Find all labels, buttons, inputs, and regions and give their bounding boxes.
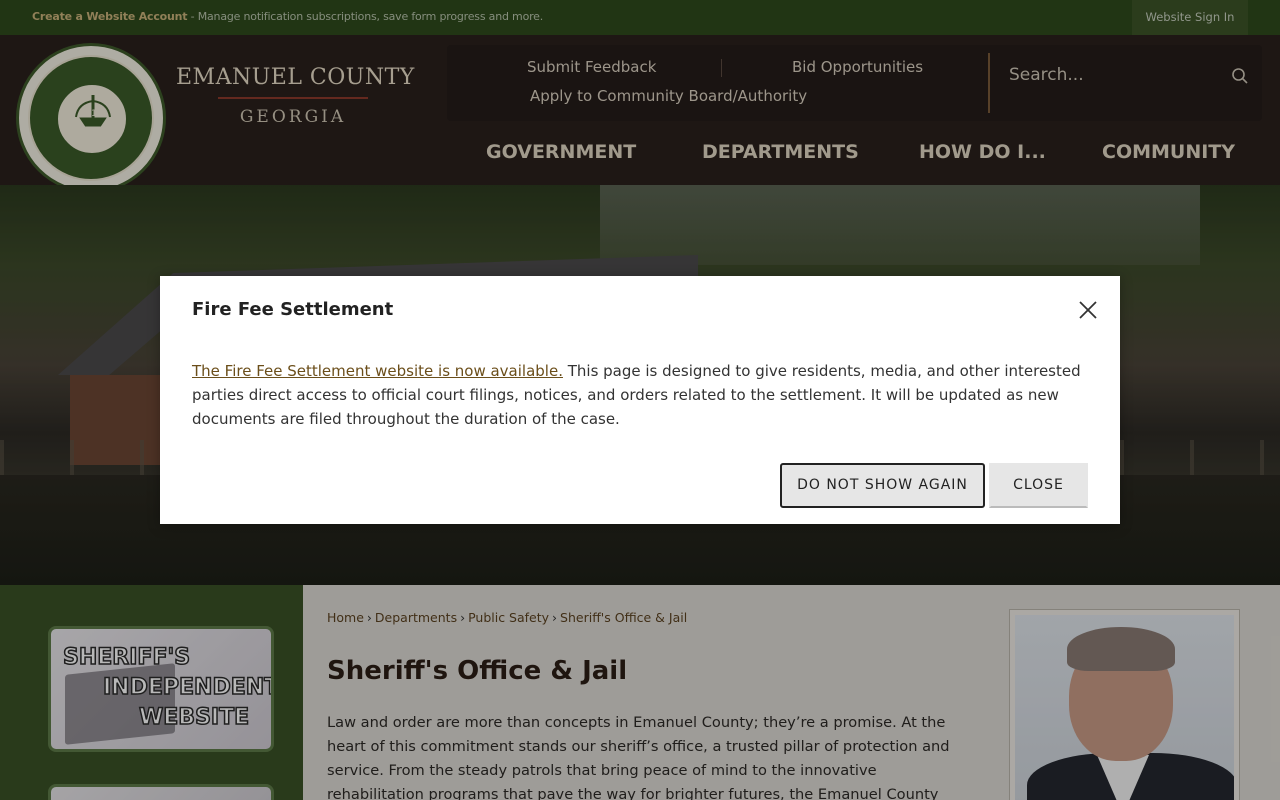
nav-government[interactable]: GOVERNMENT bbox=[486, 141, 636, 163]
create-account-link[interactable]: Create a Website Account - Manage notifi… bbox=[32, 10, 543, 23]
fire-fee-settlement-link[interactable]: The Fire Fee Settlement website is now a… bbox=[192, 362, 563, 380]
promo-line: SHERIFF'S bbox=[62, 644, 191, 671]
seal-ring: 1812 bbox=[28, 55, 154, 181]
website-sign-in-button[interactable]: Website Sign In bbox=[1132, 0, 1248, 35]
intro-paragraph: Law and order are more than concepts in … bbox=[327, 714, 950, 800]
sheriff-website-promo-button[interactable]: SHERIFF'S INDEPENDENT WEBSITE bbox=[48, 626, 274, 752]
wordmark-divider bbox=[218, 97, 368, 99]
divider bbox=[721, 59, 722, 77]
submit-feedback-link[interactable]: Submit Feedback bbox=[527, 58, 656, 76]
bid-opportunities-link[interactable]: Bid Opportunities bbox=[792, 58, 923, 76]
left-sidebar: SHERIFF'S INDEPENDENT WEBSITE bbox=[0, 585, 303, 800]
apply-community-board-link[interactable]: Apply to Community Board/Authority bbox=[530, 87, 807, 105]
divider bbox=[988, 53, 990, 113]
breadcrumb-current[interactable]: Sheriff's Office & Jail bbox=[560, 610, 687, 625]
nav-community[interactable]: COMMUNITY bbox=[1102, 141, 1235, 163]
portrait-image bbox=[1015, 615, 1234, 800]
county-name: EMANUEL COUNTY bbox=[176, 65, 415, 90]
breadcrumb-home[interactable]: Home bbox=[327, 610, 364, 625]
site-header: 1812 EMANUEL COUNTY GEORGIA Submit Feedb… bbox=[0, 35, 1280, 193]
search-icon[interactable] bbox=[1231, 67, 1249, 85]
seal-fountain-emblem bbox=[56, 83, 128, 155]
nav-how-do-i[interactable]: HOW DO I... bbox=[919, 141, 1046, 163]
announcement-modal: Fire Fee Settlement The Fire Fee Settlem… bbox=[160, 276, 1120, 524]
county-seal-logo[interactable]: 1812 bbox=[16, 43, 166, 193]
search-input[interactable]: Search... bbox=[1009, 65, 1084, 85]
main-content: Home › Departments › Public Safety › Sheriff's… bbox=[303, 585, 1280, 800]
modal-title: Fire Fee Settlement bbox=[192, 299, 394, 320]
promo-line: WEBSITE bbox=[138, 704, 250, 731]
create-account-description: - Manage notification subscriptions, sav… bbox=[187, 10, 544, 23]
breadcrumb-public-safety[interactable]: Public Safety bbox=[468, 610, 549, 625]
top-utility-bar: Create a Website Account - Manage notifi… bbox=[0, 0, 1280, 35]
portrait-hair bbox=[1067, 627, 1175, 671]
breadcrumb-departments[interactable]: Departments bbox=[375, 610, 457, 625]
create-account-label[interactable]: Create a Website Account bbox=[32, 10, 188, 23]
page-title: Sheriff's Office & Jail bbox=[327, 656, 628, 686]
do-not-show-again-button[interactable]: DO NOT SHOW AGAIN bbox=[780, 463, 985, 508]
site-search[interactable]: Search... bbox=[1009, 61, 1249, 91]
seal-year: 1812 bbox=[79, 109, 103, 119]
county-wordmark[interactable]: EMANUEL COUNTY GEORGIA bbox=[176, 65, 415, 127]
close-icon[interactable] bbox=[1076, 298, 1100, 322]
close-button[interactable]: CLOSE bbox=[989, 463, 1088, 508]
sheriff-portrait-photo bbox=[1009, 609, 1240, 800]
state-name: GEORGIA bbox=[239, 107, 347, 127]
nav-departments[interactable]: DEPARTMENTS bbox=[702, 141, 859, 163]
quick-links-bar: Submit Feedback Bid Opportunities Apply … bbox=[447, 45, 1262, 121]
modal-message: The Fire Fee Settlement website is now a… bbox=[192, 359, 1092, 431]
sidebar-promo-button-2[interactable] bbox=[48, 784, 274, 800]
breadcrumb: Home › Departments › Public Safety › Sheriff's… bbox=[327, 610, 688, 625]
hero-sky bbox=[600, 185, 1200, 265]
promo-line: INDEPENDENT bbox=[102, 674, 274, 701]
